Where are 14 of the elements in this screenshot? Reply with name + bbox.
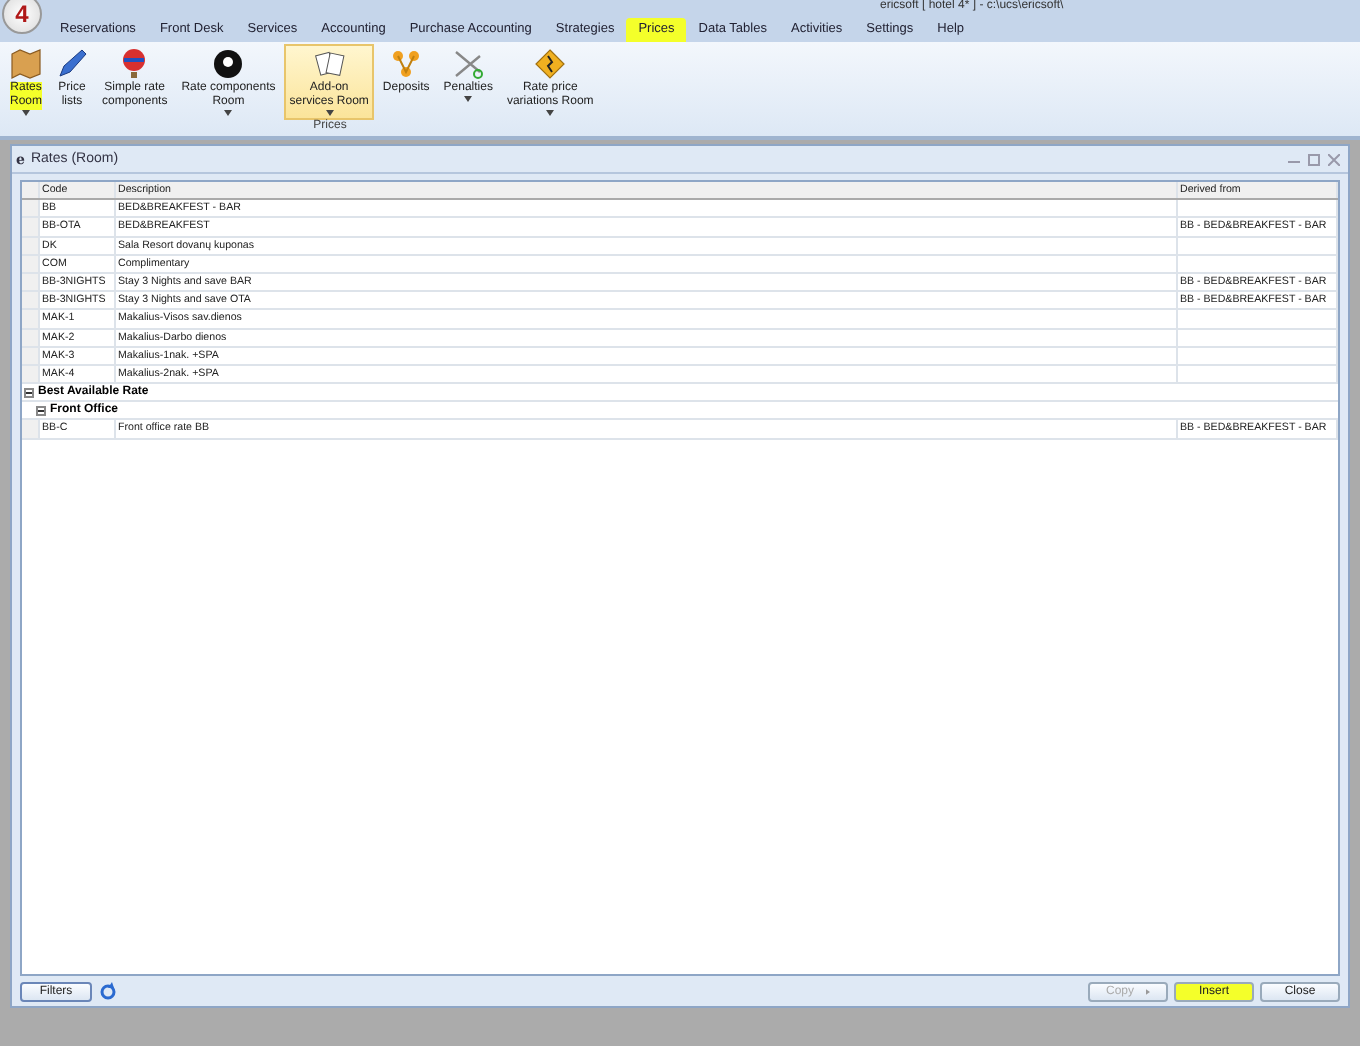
map-icon	[10, 48, 42, 80]
app-logo[interactable]: 4	[2, 0, 42, 34]
close-icon[interactable]	[1328, 153, 1340, 165]
refresh-icon[interactable]	[98, 982, 118, 1002]
scissors-icon	[452, 48, 485, 80]
expand-toggle[interactable]	[36, 405, 46, 416]
expand-toggle[interactable]	[24, 387, 34, 398]
maximize-icon[interactable]	[1308, 153, 1320, 165]
deposit-icon	[390, 48, 423, 80]
pen-icon	[56, 48, 89, 80]
playing-cards-icon	[313, 48, 346, 80]
balloon-icon	[118, 48, 151, 80]
billiard-ball-icon	[212, 48, 245, 80]
warning-sign-icon	[534, 48, 567, 80]
